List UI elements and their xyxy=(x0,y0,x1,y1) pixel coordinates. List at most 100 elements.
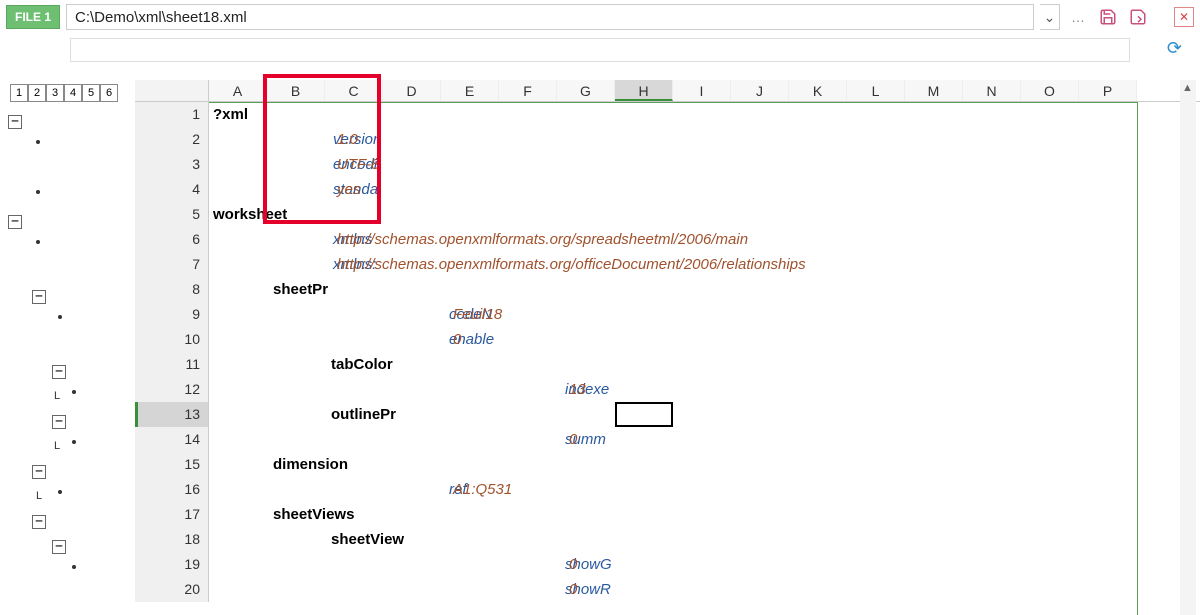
col-header-G[interactable]: G xyxy=(557,80,615,101)
row-header-10[interactable]: 10 xyxy=(135,327,209,352)
active-cell[interactable] xyxy=(615,402,673,427)
close-icon[interactable]: ✕ xyxy=(1174,7,1194,27)
row-header-19[interactable]: 19 xyxy=(135,552,209,577)
row-content[interactable]: xmlnshttp://schemas.openxmlformats.org/s… xyxy=(209,227,1200,252)
row-header-11[interactable]: 11 xyxy=(135,352,209,377)
row-content[interactable]: sheetView xyxy=(209,527,1200,552)
outline-level-4[interactable]: 4 xyxy=(64,84,82,102)
row-header-4[interactable]: 4 xyxy=(135,177,209,202)
tree-dot xyxy=(72,390,76,394)
row-header-13[interactable]: 13 xyxy=(135,402,209,427)
row-content[interactable]: outlinePr xyxy=(209,402,1200,427)
table-row: 14summ0 xyxy=(135,427,1200,452)
collapse-icon[interactable]: − xyxy=(32,515,46,529)
outline-tree: 123456 −−−−L−L−L−− xyxy=(0,80,135,615)
outline-level-1[interactable]: 1 xyxy=(10,84,28,102)
file-tab[interactable]: FILE 1 xyxy=(6,5,60,29)
row-header-20[interactable]: 20 xyxy=(135,577,209,602)
row-header-9[interactable]: 9 xyxy=(135,302,209,327)
col-header-M[interactable]: M xyxy=(905,80,963,101)
column-headers: ABCDEFGHIJKLMNOP xyxy=(135,80,1200,102)
row-content[interactable]: indexe13 xyxy=(209,377,1200,402)
col-header-J[interactable]: J xyxy=(731,80,789,101)
tree-dot xyxy=(36,140,40,144)
row-content[interactable]: codeNFeuil18 xyxy=(209,302,1200,327)
outline-level-3[interactable]: 3 xyxy=(46,84,64,102)
row-content[interactable]: sheetPr xyxy=(209,277,1200,302)
table-row: 2version1.0 xyxy=(135,127,1200,152)
more-icon[interactable]: … xyxy=(1066,5,1090,29)
row-content[interactable]: version1.0 xyxy=(209,127,1200,152)
row-header-17[interactable]: 17 xyxy=(135,502,209,527)
outline-level-5[interactable]: 5 xyxy=(82,84,100,102)
col-header-L[interactable]: L xyxy=(847,80,905,101)
outline-level-2[interactable]: 2 xyxy=(28,84,46,102)
row-header-8[interactable]: 8 xyxy=(135,277,209,302)
save-icon[interactable] xyxy=(1096,5,1120,29)
collapse-icon[interactable]: − xyxy=(52,415,66,429)
collapse-icon[interactable]: − xyxy=(52,365,66,379)
tree-dot xyxy=(36,240,40,244)
table-row: 18sheetView xyxy=(135,527,1200,552)
col-header-O[interactable]: O xyxy=(1021,80,1079,101)
col-header-C[interactable]: C xyxy=(325,80,383,101)
row-header-15[interactable]: 15 xyxy=(135,452,209,477)
col-header-K[interactable]: K xyxy=(789,80,847,101)
table-row: 15dimension xyxy=(135,452,1200,477)
col-header-P[interactable]: P xyxy=(1079,80,1137,101)
col-header-E[interactable]: E xyxy=(441,80,499,101)
col-header-B[interactable]: B xyxy=(267,80,325,101)
table-row: 5worksheet xyxy=(135,202,1200,227)
tree-end: L xyxy=(36,490,42,502)
table-row: 4standayes xyxy=(135,177,1200,202)
row-content[interactable]: ?xml xyxy=(209,102,1200,127)
col-header-A[interactable]: A xyxy=(209,80,267,101)
row-content[interactable]: sheetViews xyxy=(209,502,1200,527)
col-header-F[interactable]: F xyxy=(499,80,557,101)
table-row: 17sheetViews xyxy=(135,502,1200,527)
row-header-16[interactable]: 16 xyxy=(135,477,209,502)
row-header-1[interactable]: 1 xyxy=(135,102,209,127)
row-content[interactable]: xmlns:http://schemas.openxmlformats.org/… xyxy=(209,252,1200,277)
row-header-7[interactable]: 7 xyxy=(135,252,209,277)
table-row: 20showR0 xyxy=(135,577,1200,602)
collapse-icon[interactable]: − xyxy=(8,215,22,229)
formula-input[interactable] xyxy=(70,38,1130,62)
col-header-N[interactable]: N xyxy=(963,80,1021,101)
row-header-3[interactable]: 3 xyxy=(135,152,209,177)
row-header-18[interactable]: 18 xyxy=(135,527,209,552)
collapse-icon[interactable]: − xyxy=(52,540,66,554)
path-input[interactable] xyxy=(66,4,1034,30)
save-as-icon[interactable] xyxy=(1126,5,1150,29)
collapse-icon[interactable]: − xyxy=(32,290,46,304)
outline-level-6[interactable]: 6 xyxy=(100,84,118,102)
row-content[interactable]: worksheet xyxy=(209,202,1200,227)
select-all-corner[interactable] xyxy=(135,80,209,101)
col-header-D[interactable]: D xyxy=(383,80,441,101)
col-header-I[interactable]: I xyxy=(673,80,731,101)
row-content[interactable]: enable0 xyxy=(209,327,1200,352)
table-row: 8sheetPr xyxy=(135,277,1200,302)
col-header-H[interactable]: H xyxy=(615,80,673,101)
row-content[interactable]: refA1:Q531 xyxy=(209,477,1200,502)
row-content[interactable]: tabColor xyxy=(209,352,1200,377)
collapse-icon[interactable]: − xyxy=(8,115,22,129)
refresh-icon[interactable]: ⟳ xyxy=(1167,38,1182,59)
vertical-scrollbar[interactable]: ▲ xyxy=(1180,80,1196,615)
scroll-up-icon[interactable]: ▲ xyxy=(1182,82,1193,94)
row-header-5[interactable]: 5 xyxy=(135,202,209,227)
row-header-12[interactable]: 12 xyxy=(135,377,209,402)
row-content[interactable]: standayes xyxy=(209,177,1200,202)
table-row: 6xmlnshttp://schemas.openxmlformats.org/… xyxy=(135,227,1200,252)
path-dropdown-icon[interactable]: ⌄ xyxy=(1040,4,1060,30)
row-content[interactable]: encodiUTF-8 xyxy=(209,152,1200,177)
row-header-14[interactable]: 14 xyxy=(135,427,209,452)
row-header-2[interactable]: 2 xyxy=(135,127,209,152)
row-content[interactable]: dimension xyxy=(209,452,1200,477)
row-content[interactable]: showR0 xyxy=(209,577,1200,602)
row-content[interactable]: summ0 xyxy=(209,427,1200,452)
row-header-6[interactable]: 6 xyxy=(135,227,209,252)
collapse-icon[interactable]: − xyxy=(32,465,46,479)
row-content[interactable]: showG0 xyxy=(209,552,1200,577)
table-row: 12indexe13 xyxy=(135,377,1200,402)
